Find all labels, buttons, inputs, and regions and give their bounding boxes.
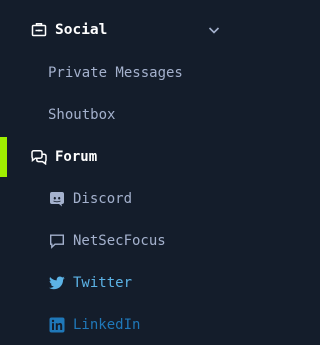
discord-icon xyxy=(48,190,66,208)
sidebar-item-shoutbox[interactable]: Shoutbox xyxy=(0,95,228,135)
social-id-card-icon xyxy=(30,21,48,39)
sidebar-nav: Social Private Messages Shoutbox Forum D… xyxy=(0,0,228,333)
twitter-icon xyxy=(48,274,66,292)
sidebar-item-netsecfocus[interactable]: NetSecFocus xyxy=(0,221,228,261)
sidebar-item-label: NetSecFocus xyxy=(73,233,166,249)
sidebar-item-label: Private Messages xyxy=(48,65,183,81)
sidebar-item-discord[interactable]: Discord xyxy=(0,179,228,219)
chat-bubbles-icon xyxy=(30,148,48,166)
chevron-down-icon[interactable] xyxy=(206,22,222,38)
sidebar-item-label: Twitter xyxy=(73,275,133,291)
sidebar-item-label: Forum xyxy=(55,149,98,165)
sidebar-section-social[interactable]: Social xyxy=(0,10,228,50)
linkedin-icon xyxy=(48,316,66,334)
sidebar-item-forum[interactable]: Forum xyxy=(0,137,228,177)
sidebar-item-label: LinkedIn xyxy=(73,317,141,333)
sidebar-item-linkedin[interactable]: LinkedIn xyxy=(0,305,228,345)
sidebar-section-social-label: Social xyxy=(55,21,108,38)
sidebar-item-label: Discord xyxy=(73,191,133,207)
sidebar-item-twitter[interactable]: Twitter xyxy=(0,263,228,303)
sidebar-item-private-messages[interactable]: Private Messages xyxy=(0,53,228,93)
sidebar-item-label: Shoutbox xyxy=(48,107,116,123)
chat-bubble-icon xyxy=(48,232,66,250)
